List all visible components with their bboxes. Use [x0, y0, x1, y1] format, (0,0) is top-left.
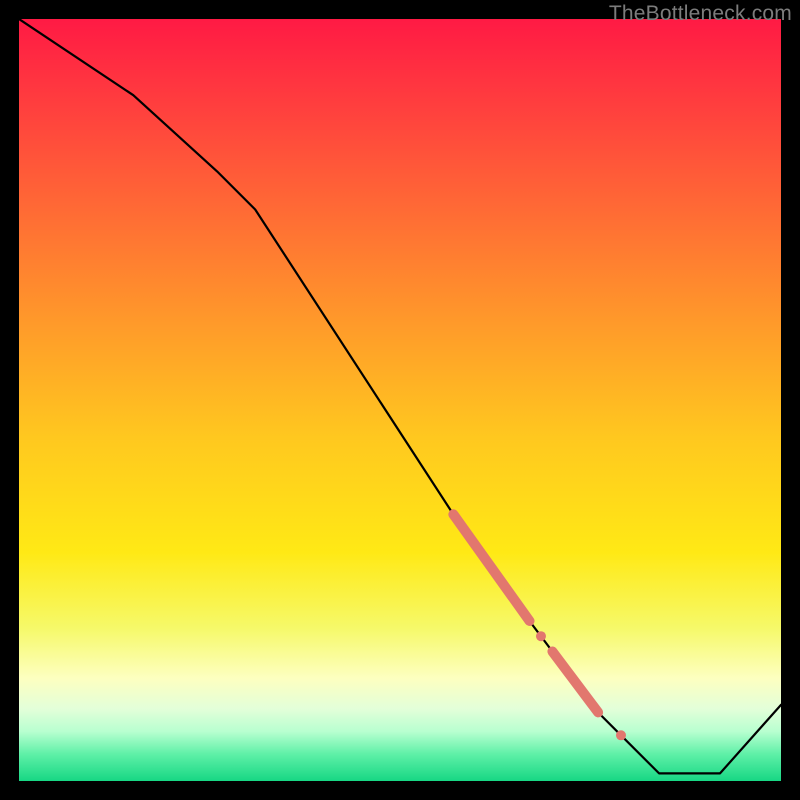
plot-area [19, 19, 781, 781]
chart-svg [19, 19, 781, 781]
chart-frame: TheBottleneck.com [0, 0, 800, 800]
watermark-text: TheBottleneck.com [609, 2, 792, 26]
